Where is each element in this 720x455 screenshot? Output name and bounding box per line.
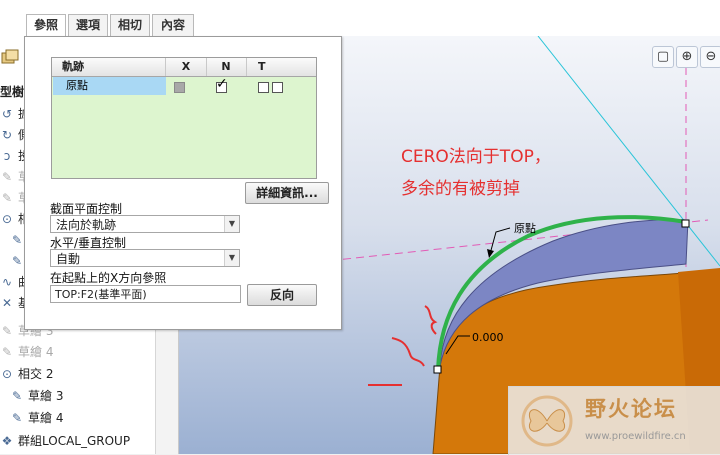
annotation-line-2: 多余的有被剪掉 bbox=[401, 179, 520, 199]
zoom-out-icon[interactable]: ⊖ bbox=[700, 46, 720, 68]
section-plane-select[interactable]: 法向於軌跡 ▼ bbox=[50, 215, 240, 233]
sketch-icon: ✎ bbox=[1, 170, 13, 184]
annotation-line-1: CERO法向于TOP， bbox=[401, 147, 551, 167]
col-n: N bbox=[206, 58, 247, 76]
tree-item-12[interactable]: ⊙ 相交 2 bbox=[0, 364, 53, 384]
x-ref-field[interactable]: TOP:F2(基準平面) bbox=[50, 285, 241, 303]
trajectory-table-header: 軌跡 X N T bbox=[52, 58, 316, 77]
intersect-icon: ⊙ bbox=[1, 212, 13, 226]
dim-label: 0.000 bbox=[472, 331, 504, 344]
tree-item-13[interactable]: ✎ 草繪 3 bbox=[10, 386, 63, 406]
trajectory-name[interactable]: 原點 bbox=[66, 77, 88, 95]
sketch-icon: ✎ bbox=[1, 324, 13, 338]
references-panel: 軌跡 X N T 原點 ✓ 詳細資訊... 截面平面控制 法向於軌跡 ▼ 水平/垂… bbox=[24, 36, 342, 330]
start-point-marker[interactable] bbox=[433, 365, 442, 374]
trajectory-table: 軌跡 X N T 原點 ✓ bbox=[51, 57, 317, 179]
zoom-in-icon[interactable]: ⊕ bbox=[676, 46, 698, 68]
sketch-icon: ✎ bbox=[11, 389, 23, 403]
tab-strip bbox=[0, 0, 720, 37]
view-toolbar: ▢ ⊕ ⊖ bbox=[650, 44, 720, 70]
sketch-icon: ✎ bbox=[11, 233, 23, 247]
layers-icon[interactable] bbox=[0, 48, 20, 71]
intersect-icon: ⊙ bbox=[1, 367, 13, 381]
curve-icon: ∿ bbox=[1, 275, 13, 289]
sketch-icon: ✎ bbox=[1, 345, 13, 359]
tree-item-15[interactable]: ❖ 群組LOCAL_GROUP bbox=[0, 431, 130, 451]
end-point-marker[interactable] bbox=[681, 219, 690, 228]
datum-icon: ↻ bbox=[1, 128, 13, 142]
horiz-vert-select[interactable]: 自動 ▼ bbox=[50, 249, 240, 267]
tree-item-11[interactable]: ✎ 草繪 4 bbox=[0, 342, 53, 362]
zoom-fit-icon[interactable]: ▢ bbox=[652, 46, 674, 68]
tree-header: 型樹 bbox=[0, 85, 25, 99]
datum-plane-icon: ✕ bbox=[1, 296, 13, 310]
group-icon: ❖ bbox=[1, 434, 13, 448]
col-t: T bbox=[258, 60, 266, 73]
chevron-down-icon: ▼ bbox=[224, 250, 239, 266]
chevron-down-icon: ▼ bbox=[224, 216, 239, 232]
sketch-icon: ✎ bbox=[11, 411, 23, 425]
sweep-icon: ↺ bbox=[1, 107, 13, 121]
tab-options[interactable]: 選項 bbox=[68, 14, 108, 36]
projection-icon: ↄ bbox=[3, 149, 11, 163]
tab-references[interactable]: 參照 bbox=[26, 14, 66, 37]
red-scribble-1 bbox=[424, 305, 438, 335]
t-checkbox-1[interactable] bbox=[258, 82, 269, 93]
red-scribble-2 bbox=[391, 337, 425, 367]
watermark-url: www.proewildfire.cn bbox=[585, 431, 686, 442]
tab-tangency[interactable]: 相切 bbox=[110, 14, 150, 36]
col-trajectory: 軌跡 bbox=[52, 58, 166, 76]
x-checkbox bbox=[174, 82, 185, 93]
origin-label: 原點 bbox=[514, 222, 536, 235]
butterfly-logo-icon bbox=[521, 395, 573, 447]
sketch-icon: ✎ bbox=[1, 191, 13, 205]
watermark-title: 野火论坛 bbox=[585, 397, 677, 421]
t-checkbox-2[interactable] bbox=[272, 82, 283, 93]
sketch-icon: ✎ bbox=[11, 254, 23, 268]
checkmark-icon: ✓ bbox=[216, 76, 228, 92]
tree-item-14[interactable]: ✎ 草繪 4 bbox=[10, 408, 63, 428]
watermark: 野火论坛 www.proewildfire.cn bbox=[508, 386, 720, 455]
details-button[interactable]: 詳細資訊... bbox=[245, 182, 329, 204]
col-x: X bbox=[166, 58, 207, 76]
x-ref-label: 在起點上的X方向參照 bbox=[50, 271, 167, 285]
tab-properties[interactable]: 內容 bbox=[152, 14, 194, 36]
flip-button[interactable]: 反向 bbox=[247, 284, 317, 306]
